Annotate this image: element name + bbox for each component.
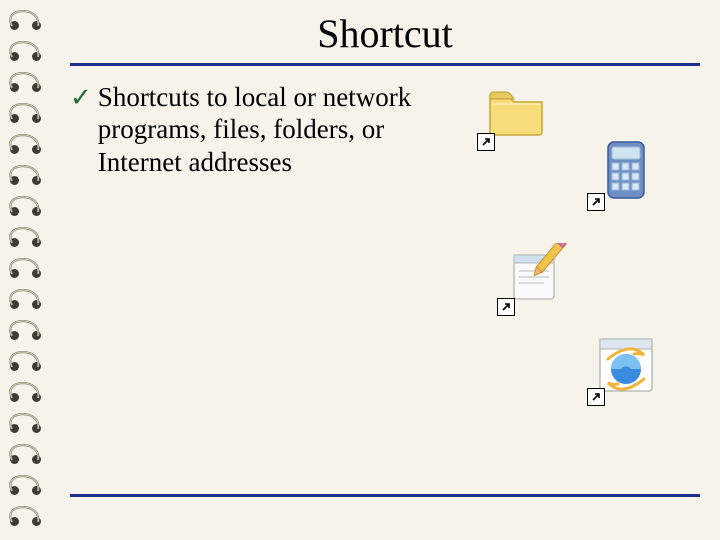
calculator-shortcut-icon [590, 136, 662, 208]
checkmark-icon: ✓ [70, 82, 92, 113]
bullet-item: ✓ Shortcuts to local or network programs… [70, 81, 440, 178]
text-column: ✓ Shortcuts to local or network programs… [70, 81, 440, 178]
shortcut-arrow-icon [477, 133, 495, 151]
icon-column [440, 81, 700, 178]
shortcut-arrow-icon [587, 388, 605, 406]
spiral-binding: (function(){ var c = document.currentScr… [8, 10, 48, 537]
ie-shortcut-icon [590, 331, 662, 403]
divider-bottom [70, 494, 700, 497]
slide-title: Shortcut [70, 10, 700, 57]
folder-shortcut-icon [480, 76, 552, 148]
notepad-shortcut-icon [500, 241, 572, 313]
slide-body: ✓ Shortcuts to local or network programs… [70, 81, 700, 178]
slide-content: Shortcut ✓ Shortcuts to local or network… [60, 0, 710, 530]
divider-top [70, 63, 700, 66]
shortcut-arrow-icon [587, 193, 605, 211]
bullet-text: Shortcuts to local or network programs, … [98, 81, 440, 178]
shortcut-arrow-icon [497, 298, 515, 316]
